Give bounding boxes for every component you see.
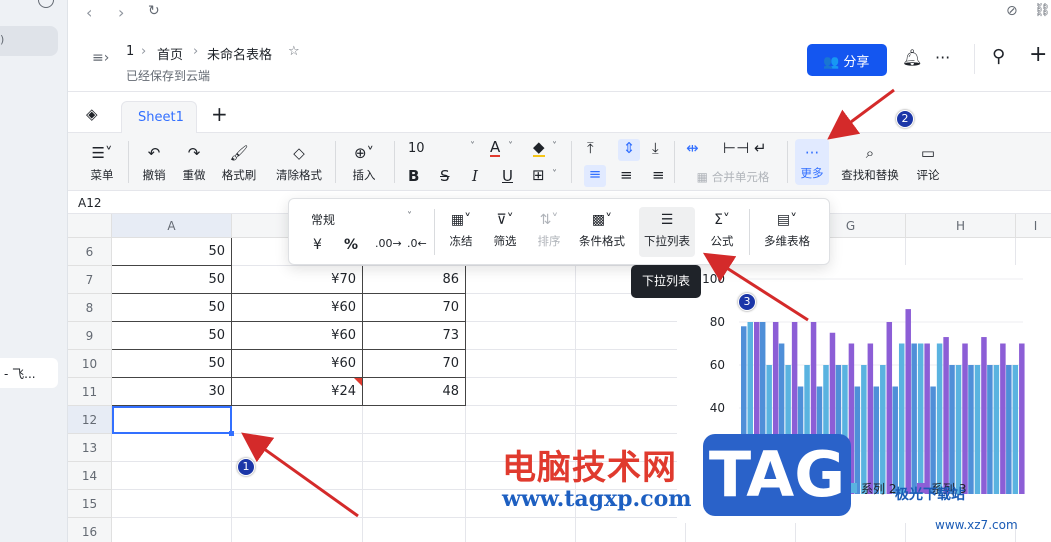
step-marker-2: 2 (896, 110, 914, 128)
arrow-to-cell (241, 432, 359, 518)
step-marker-1: 1 (237, 458, 255, 476)
watermark-logo-url: www.xz7.com (935, 518, 1018, 532)
step-marker-3: 3 (738, 293, 756, 311)
watermark-logo-text: 极光下载站 (895, 487, 965, 503)
arrow-to-more (827, 88, 895, 140)
watermark-tag-logo: TAG (703, 434, 851, 516)
arrow-to-dropdown (702, 252, 809, 322)
watermark-site-name: 电脑技术网 (502, 448, 677, 488)
watermark-url: www.tagxp.com (502, 486, 692, 512)
